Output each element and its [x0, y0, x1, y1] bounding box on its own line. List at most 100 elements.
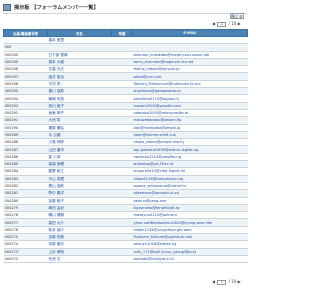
member-email-link[interactable]: shoinbera@gaegasome.cy [132, 87, 248, 96]
member-name-link[interactable]: 高橋 美穂 [47, 160, 112, 169]
table-row: 000276 萩本 保介 hideki1234@yoygshtyo.gfs.weki [3, 226, 248, 235]
member-email-link[interactable]: idam@tlsimm.sfm8.cuk [132, 131, 248, 140]
prev-page-button[interactable]: ◀ [212, 21, 215, 27]
member-email-link[interactable]: masayuu0112@pelme.ll [132, 211, 248, 220]
member-name-link[interactable]: 蒔田 由紀 [47, 204, 112, 213]
member-dept-cell [111, 72, 133, 81]
member-name-link[interactable]: 雲山 金助 [47, 182, 112, 191]
column-header-id[interactable]: 社員/職員番号等 [3, 29, 48, 37]
member-email-link[interactable]: nkojio_sioma@ampst.sho.hy [132, 138, 248, 147]
member-id-cell: 000274 [3, 240, 48, 249]
member-email-link[interactable]: ltyasmimo@fengrikojlk.ky [132, 204, 248, 213]
member-dept-cell [111, 80, 133, 89]
next-page-button[interactable]: ▶ [238, 279, 241, 285]
member-name-link[interactable]: 大西 彰 [47, 116, 112, 125]
member-name-link[interactable]: 日高 光夫 [47, 65, 112, 74]
member-email-link[interactable]: ayame_wakayama@mtrmf.hr [132, 182, 248, 191]
close-button[interactable]: 閉じる [230, 13, 244, 19]
member-name-link[interactable]: 橋本 美里 [47, 36, 112, 45]
member-name-link[interactable]: 加藤 暁子 [47, 197, 112, 205]
member-email-link[interactable]: akaruu@yang.one [132, 197, 248, 205]
member-name-link[interactable]: 橋本 大樹 [47, 58, 112, 67]
member-name-link[interactable]: 梶原 徹弘 [47, 124, 112, 132]
page-number-input[interactable]: 1 [217, 279, 227, 285]
member-dept-cell [111, 189, 133, 198]
member-email-link[interactable]: Yoshio_hidaka@ajiryuki.jp [132, 65, 248, 74]
member-email-link[interactable]: hideki1234@yoygshtyo.gfs.weki [132, 226, 248, 235]
member-email-link[interactable]: shiomiqa@yst.f5fcc.vf [132, 160, 248, 169]
member-email-link[interactable]: dos@rheekadia@ampki.jp [132, 124, 248, 132]
member-name-link[interactable]: 中村 栄 [47, 80, 112, 89]
member-name-link[interactable]: 日下部 恵麻 [47, 51, 112, 59]
member-name-link[interactable]: 河原 勝次 [47, 240, 112, 249]
member-dept-cell [111, 153, 133, 162]
column-header-email[interactable]: E-MAIL [132, 29, 248, 37]
member-email-link[interactable]: tantedo@highjyst.il.ch [132, 255, 248, 264]
member-name-link[interactable]: 萩本 保介 [47, 226, 112, 235]
prev-page-button[interactable]: ◀ [212, 279, 215, 285]
page-title: 掲示板 【フォーラムメンバー一覧】 [14, 5, 99, 11]
member-name-link[interactable]: 酒井 俊治 [47, 72, 112, 81]
member-name-link[interactable]: 中山 真理 [47, 175, 112, 183]
table-row: 000272 矢西 文 tantedo@highjyst.il.ch [3, 255, 248, 264]
member-name-link[interactable]: 夏 八郎 [47, 153, 112, 162]
member-email-link[interactable]: tap-gwtsohe1999@satcuh.lkgfse.ng [132, 145, 248, 154]
table-row: 000292 坂東 明子 odanaka2005@mkreycosfer.ie [3, 109, 248, 118]
member-name-link[interactable]: 今 公嗣 [47, 131, 112, 140]
member-id-cell: 000288 [3, 138, 48, 147]
member-name-link[interactable]: 小島 伸弥 [47, 138, 112, 147]
member-name-link[interactable]: 西口 敦子 [47, 102, 112, 110]
table-row: 000283 中山 真理 hidae0116@hostydomm.sg [3, 175, 248, 183]
member-email-link[interactable]: Mutsumi_Katsuro@ugxha.sk.nsb [132, 233, 248, 242]
member-dept-cell [111, 167, 133, 176]
member-dept-cell [111, 226, 133, 235]
member-email-link[interactable]: tamu_kurimoto@nogo.ssh.trv.net [132, 58, 248, 67]
page-number-input[interactable]: 1 [217, 21, 227, 27]
member-email-link[interactable]: ikuoura0410@cfejt.fxgkzl.dri [132, 167, 248, 176]
member-email-link[interactable]: tetsurou_kusakabe@megfry.seu.cosub.lph [132, 51, 248, 59]
table-row: 000295 蓮川 保寿 shoinbera@gaegasome.cy [3, 87, 248, 96]
member-dept-cell [111, 204, 133, 213]
member-name-link[interactable]: 職川 健嗣 [47, 211, 112, 220]
member-email-link[interactable]: hidae0116@hostydomm.sg [132, 175, 248, 183]
member-email-link[interactable]: hachirou1210@satgfho.ng [132, 153, 248, 162]
member-email-link[interactable]: akkemaru@aporopt.ct.sd [132, 189, 248, 198]
member-name-link[interactable]: 高田 大介 [47, 218, 112, 227]
member-name-link[interactable]: 矢西 文 [47, 255, 112, 264]
member-name-link[interactable]: 坂東 明子 [47, 109, 112, 118]
member-id-cell: 000275 [3, 233, 48, 242]
next-page-button[interactable]: ▶ [238, 21, 241, 27]
member-name-link[interactable] [47, 43, 112, 52]
member-name-link[interactable]: 藤野 和之 [47, 167, 112, 176]
member-name-link[interactable]: 上杉 美咲 [47, 248, 112, 256]
member-email-link[interactable] [132, 43, 248, 52]
member-email-link[interactable]: sakai@xnn.rym [132, 72, 248, 81]
member-name-link[interactable]: 朝岡 司英 [47, 94, 112, 103]
table-row: 000280 加藤 暁子 akaruu@yang.one [3, 197, 248, 205]
member-email-link[interactable] [132, 36, 248, 45]
member-dept-cell [111, 131, 133, 140]
member-email-link[interactable]: Takeshi_Matsumura@ndmoush.to.rcd [132, 80, 248, 89]
member-email-link[interactable]: miki_171@sojil.fj.nsu_yasugi@jo.kj [132, 248, 248, 256]
member-dept-cell [111, 211, 133, 220]
column-header-dept[interactable]: 所属 [111, 29, 133, 37]
table-row: 000291 大西 彰 motozebibotao@datam.fip [3, 116, 248, 125]
member-name-link[interactable]: 山田 庸市 [47, 145, 112, 154]
member-email-link[interactable]: masam2000@grapfel.com [132, 102, 248, 110]
member-id-cell: 000286 [3, 153, 48, 162]
member-email-link[interactable]: motozebibotao@datam.fip [132, 116, 248, 125]
column-header-name[interactable]: 氏名 [47, 29, 112, 37]
member-dept-cell [111, 43, 133, 52]
table-row: 000281 野中 義洋 akkemaru@aporopt.ct.sd [3, 189, 248, 198]
page-total: / 10 [228, 21, 237, 26]
member-email-link[interactable]: tatsuyu1018@hebes.ng [132, 240, 248, 249]
member-email-link[interactable]: odanaka2005@mkreycosfer.ie [132, 109, 248, 118]
member-dept-cell [111, 160, 133, 169]
member-name-link[interactable]: 野中 義洋 [47, 189, 112, 198]
member-email-link[interactable]: kazuhata0170@tagroa.hj [132, 94, 248, 103]
member-name-link[interactable]: 加藤 知美 [47, 233, 112, 242]
member-email-link[interactable]: yjmo-notfbhebooteru1040@kyung.ame.hfw [132, 218, 248, 227]
table-row: 000273 上杉 美咲 miki_171@sojil.fj.nsu_yasugi@… [3, 248, 248, 256]
member-name-link[interactable]: 蓮川 保寿 [47, 87, 112, 96]
member-dept-cell [111, 51, 133, 59]
